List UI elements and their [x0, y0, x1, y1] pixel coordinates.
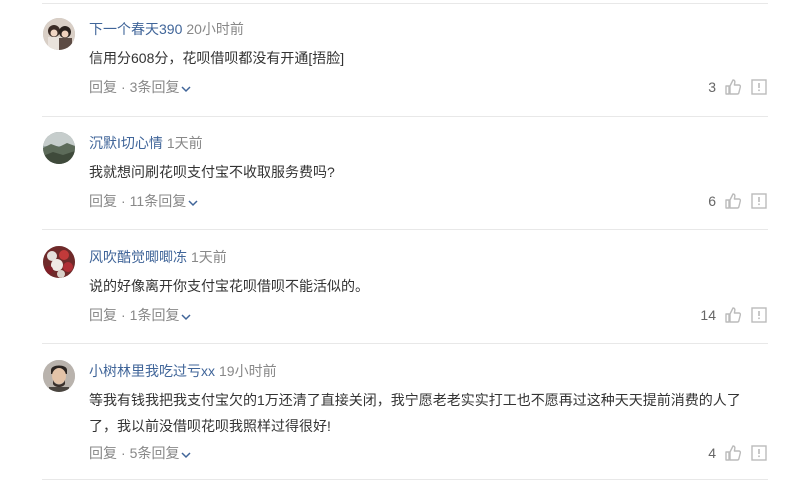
separator-dot: ·	[121, 79, 126, 95]
comment-author[interactable]: 小树林里我吃过亏xx	[89, 363, 215, 379]
chevron-down-icon	[181, 307, 191, 325]
like-count: 3	[708, 79, 716, 95]
report-icon[interactable]	[750, 444, 768, 462]
divider	[42, 479, 768, 480]
like-count: 14	[700, 307, 716, 323]
comment-time: 19小时前	[219, 363, 277, 379]
chevron-down-icon	[181, 445, 191, 463]
replies-count: 5条回复	[129, 445, 180, 461]
view-replies-button[interactable]: 5条回复	[130, 445, 192, 461]
avatar[interactable]	[43, 360, 75, 392]
view-replies-button[interactable]: 1条回复	[130, 307, 192, 323]
reply-button[interactable]: 回复	[89, 79, 117, 95]
avatar[interactable]	[43, 246, 75, 278]
avatar[interactable]	[43, 18, 75, 50]
separator-dot: ·	[121, 193, 126, 209]
comment-author[interactable]: 风吹酷觉唧唧冻	[89, 249, 187, 265]
thumbs-up-icon[interactable]	[724, 78, 742, 96]
comment-author[interactable]: 下一个春天390	[89, 21, 182, 37]
separator-dot: ·	[121, 445, 126, 461]
report-icon[interactable]	[750, 306, 768, 324]
comment-text: 说的好像离开你支付宝花呗借呗不能活似的。	[89, 278, 369, 294]
report-icon[interactable]	[750, 78, 768, 96]
comment-time: 20小时前	[186, 21, 244, 37]
avatar[interactable]	[43, 132, 75, 164]
replies-count: 1条回复	[129, 307, 180, 323]
reply-button[interactable]: 回复	[89, 193, 117, 209]
thumbs-up-icon[interactable]	[724, 192, 742, 210]
replies-count: 3条回复	[129, 79, 180, 95]
thumbs-up-icon[interactable]	[724, 444, 742, 462]
reply-button[interactable]: 回复	[89, 445, 117, 461]
comment-text: 我就想问刷花呗支付宝不收取服务费吗?	[89, 164, 335, 180]
separator-dot: ·	[121, 307, 126, 323]
like-count: 6	[708, 193, 716, 209]
report-icon[interactable]	[750, 192, 768, 210]
comment-time: 1天前	[191, 249, 227, 265]
replies-count: 11条回复	[129, 193, 187, 209]
chevron-down-icon	[181, 79, 191, 97]
reply-button[interactable]: 回复	[89, 307, 117, 323]
comment-author[interactable]: 沉默I切心情	[89, 135, 163, 151]
thumbs-up-icon[interactable]	[724, 306, 742, 324]
comment-text: 信用分608分，花呗借呗都没有开通[捂脸]	[89, 50, 345, 66]
divider	[42, 116, 768, 117]
divider	[42, 3, 768, 4]
view-replies-button[interactable]: 3条回复	[130, 79, 192, 95]
divider	[42, 343, 768, 344]
divider	[42, 229, 768, 230]
like-count: 4	[708, 445, 716, 461]
view-replies-button[interactable]: 11条回复	[130, 193, 199, 209]
comment-time: 1天前	[166, 135, 203, 151]
comment-text: 等我有钱我把我支付宝欠的1万还清了直接关闭，我宁愿老老实实打工也不愿再过这种天天…	[89, 392, 741, 434]
chevron-down-icon	[188, 193, 198, 211]
